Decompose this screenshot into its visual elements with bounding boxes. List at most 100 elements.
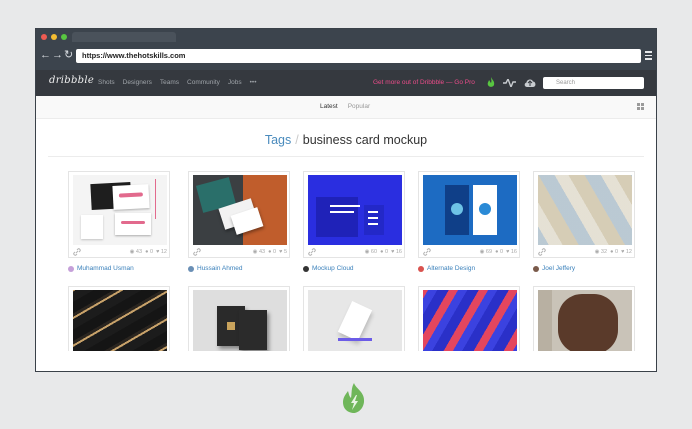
- divider: [48, 156, 644, 157]
- heart-icon[interactable]: ♥: [279, 249, 282, 255]
- shot-image[interactable]: [538, 175, 632, 245]
- heart-icon[interactable]: ♥: [156, 249, 159, 255]
- views-count: 43: [258, 249, 266, 255]
- shot-image[interactable]: [308, 175, 402, 245]
- shot-image[interactable]: [308, 290, 402, 351]
- shot-image[interactable]: [538, 290, 632, 351]
- shot-image[interactable]: [73, 290, 167, 351]
- avatar[interactable]: [533, 265, 539, 272]
- nav-community[interactable]: Community: [187, 79, 220, 86]
- author-name[interactable]: Hussain Ahmed: [197, 265, 243, 272]
- shot-image[interactable]: [73, 175, 167, 245]
- tags-link[interactable]: Tags: [265, 133, 291, 147]
- heart-icon[interactable]: ♥: [391, 249, 394, 255]
- shot-image[interactable]: [193, 175, 287, 245]
- author-name[interactable]: Joel Jeffery: [542, 265, 575, 272]
- views-count: 43: [135, 249, 143, 255]
- tab-latest[interactable]: Latest: [320, 103, 338, 110]
- shot-card[interactable]: ◉ 69 ● 0 ♥ 16 Alternate Design: [418, 171, 520, 272]
- likes-count: 16: [395, 249, 402, 255]
- link-icon[interactable]: [193, 248, 201, 256]
- comments-count: 0: [273, 249, 277, 255]
- activity-icon[interactable]: [503, 79, 516, 87]
- shot-author[interactable]: Muhammad Usman: [68, 265, 170, 272]
- shot-stats: ◉ 32 ● 0 ♥ 12: [538, 248, 632, 256]
- avatar[interactable]: [418, 265, 424, 272]
- shot-author[interactable]: Joel Jeffery: [533, 265, 635, 272]
- link-icon[interactable]: [308, 248, 316, 256]
- comments-count: 0: [499, 249, 504, 255]
- shot-thumbnail-card[interactable]: ◉ 69 ● 0 ♥ 16: [418, 171, 520, 258]
- views-count: 32: [600, 249, 608, 255]
- likes-count: 5: [283, 249, 287, 255]
- main-nav: Shots Designers Teams Community Jobs •••: [98, 79, 256, 86]
- tag-title: business card mockup: [302, 133, 428, 147]
- breadcrumb-separator: /: [295, 133, 299, 147]
- eye-icon: ◉: [594, 249, 600, 255]
- upload-icon[interactable]: [524, 78, 536, 87]
- forward-arrow-icon[interactable]: →: [52, 50, 63, 61]
- heart-icon[interactable]: ♥: [506, 249, 509, 255]
- minimize-window-dot[interactable]: [51, 34, 57, 40]
- address-bar[interactable]: https://www.thehotskills.com: [76, 49, 641, 63]
- reload-icon[interactable]: ↻: [64, 50, 73, 61]
- nav-jobs[interactable]: Jobs: [228, 79, 242, 86]
- comment-icon: ●: [495, 249, 499, 255]
- grid-view-icon[interactable]: [637, 103, 644, 110]
- shot-thumbnail-card[interactable]: ◉ 60 ● 0 ♥ 16: [303, 171, 405, 258]
- shot-thumbnail-card[interactable]: ◉ 43 ● 0 ♥ 5: [188, 171, 290, 258]
- shot-thumbnail-card[interactable]: ◉ 32 ● 0 ♥ 12: [533, 171, 635, 258]
- avatar[interactable]: [68, 265, 74, 272]
- browser-menu-icon[interactable]: [645, 51, 652, 62]
- shot-card[interactable]: ◉ 43 ● 0 ♥ 5 Hussain Ahmed: [188, 171, 290, 272]
- page-title: Tags / business card mockup: [36, 133, 656, 147]
- go-pro-link[interactable]: Get more out of Dribbble — Go Pro: [373, 79, 475, 86]
- author-name[interactable]: Mockup Cloud: [312, 265, 354, 272]
- shot-image[interactable]: [423, 290, 517, 351]
- avatar[interactable]: [303, 265, 309, 272]
- shot-image[interactable]: [193, 290, 287, 351]
- avatar[interactable]: [188, 265, 194, 272]
- link-icon[interactable]: [538, 248, 546, 256]
- nav-designers[interactable]: Designers: [123, 79, 152, 86]
- browser-chrome: ← → ↻ https://www.thehotskills.com: [36, 29, 656, 70]
- comment-icon: ●: [610, 249, 614, 255]
- shot-stats: ◉ 43 ● 0 ♥ 12: [73, 248, 167, 256]
- pro-flame-icon[interactable]: [487, 77, 495, 88]
- shot-author[interactable]: Alternate Design: [418, 265, 520, 272]
- dribbble-logo[interactable]: dribbble: [49, 75, 94, 86]
- shot-image[interactable]: [423, 175, 517, 245]
- eye-icon: ◉: [129, 249, 135, 255]
- shot-stats: ◉ 69 ● 0 ♥ 16: [423, 248, 517, 256]
- nav-teams[interactable]: Teams: [160, 79, 179, 86]
- likes-count: 12: [160, 249, 167, 255]
- shot-author[interactable]: Mockup Cloud: [303, 265, 405, 272]
- shot-author[interactable]: Hussain Ahmed: [188, 265, 290, 272]
- window-controls: [41, 34, 67, 40]
- maximize-window-dot[interactable]: [61, 34, 67, 40]
- shot-thumbnail-card[interactable]: ◉ 43 ● 0 ♥ 12: [68, 171, 170, 258]
- likes-count: 16: [510, 249, 517, 255]
- shot-card[interactable]: ◉ 32 ● 0 ♥ 12 Joel Jeffery: [533, 171, 635, 272]
- link-icon[interactable]: [423, 248, 431, 256]
- heart-icon[interactable]: ♥: [621, 249, 624, 255]
- comments-count: 0: [614, 249, 619, 255]
- comment-icon: ●: [380, 249, 384, 255]
- tab-popular[interactable]: Popular: [348, 103, 370, 110]
- nav-more[interactable]: •••: [250, 79, 257, 86]
- shot-card[interactable]: ◉ 60 ● 0 ♥ 16 Mockup Cloud: [303, 171, 405, 272]
- search-input[interactable]: Search: [543, 77, 644, 89]
- close-window-dot[interactable]: [41, 34, 47, 40]
- site-header: dribbble Shots Designers Teams Community…: [36, 70, 656, 96]
- comments-count: 0: [149, 249, 154, 255]
- eye-icon: ◉: [252, 249, 258, 255]
- link-icon[interactable]: [73, 248, 81, 256]
- nav-shots[interactable]: Shots: [98, 79, 115, 86]
- eye-icon: ◉: [479, 249, 485, 255]
- shot-card[interactable]: ◉ 43 ● 0 ♥ 12 Muhammad Usman: [68, 171, 170, 272]
- author-name[interactable]: Muhammad Usman: [77, 265, 134, 272]
- browser-tab[interactable]: [72, 32, 176, 42]
- shot-stats: ◉ 60 ● 0 ♥ 16: [308, 248, 402, 256]
- author-name[interactable]: Alternate Design: [427, 265, 475, 272]
- back-arrow-icon[interactable]: ←: [40, 50, 51, 61]
